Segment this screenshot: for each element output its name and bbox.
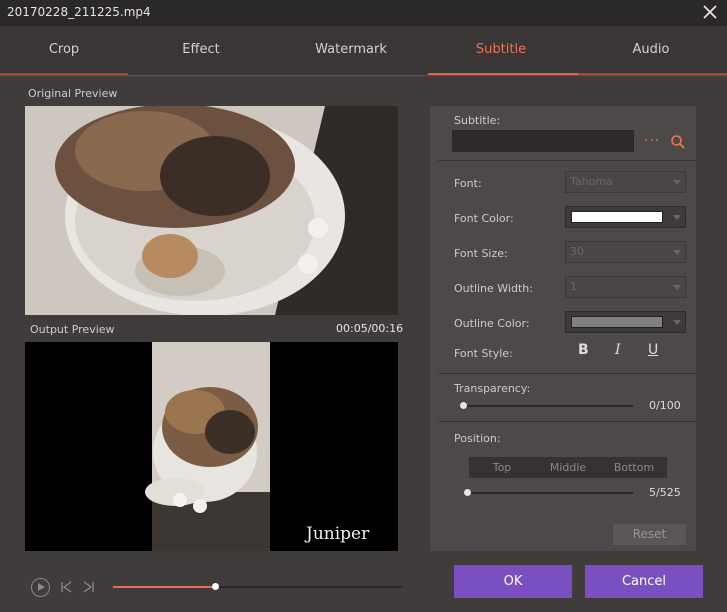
watermark-text: Juniper — [306, 524, 370, 544]
chevron-down-icon — [673, 320, 681, 325]
position-slider-thumb[interactable] — [463, 489, 471, 496]
font-style-label: Font Style: — [454, 347, 513, 360]
position-slider[interactable] — [465, 492, 633, 494]
transparency-slider[interactable] — [463, 405, 633, 407]
tab-subtitle[interactable]: Subtitle — [437, 26, 565, 76]
position-label: Position: — [454, 432, 501, 445]
skip-back-icon[interactable] — [59, 580, 73, 594]
chevron-down-icon — [673, 285, 681, 290]
chevron-down-icon — [673, 215, 681, 220]
original-preview-label: Original Preview — [28, 87, 118, 100]
transparency-label: Transparency: — [454, 382, 531, 395]
outline-width-label: Outline Width: — [454, 282, 533, 295]
original-preview-image — [25, 106, 398, 315]
title-bar: 20170228_211225.mp4 — [0, 0, 727, 26]
tab-bar: Crop Effect Watermark Subtitle Audio — [0, 26, 727, 76]
tab-active-underline — [428, 73, 578, 75]
play-button[interactable] — [31, 578, 50, 597]
subtitle-settings-panel: Subtitle: ··· Font: Tahoma Font Color: F… — [430, 106, 696, 551]
ok-button[interactable]: OK — [454, 565, 572, 598]
subtitle-label: Subtitle: — [454, 114, 501, 127]
browse-dots-icon[interactable]: ··· — [644, 133, 660, 149]
font-color-select[interactable] — [565, 206, 686, 228]
outline-color-select[interactable] — [565, 311, 686, 333]
position-value: 5/525 — [649, 486, 681, 499]
chevron-down-icon — [673, 250, 681, 255]
output-preview-image — [25, 342, 398, 551]
skip-forward-icon[interactable] — [82, 580, 96, 594]
outline-width-select[interactable]: 1 — [565, 276, 686, 298]
output-preview: Juniper — [25, 342, 398, 551]
italic-button[interactable]: I — [615, 342, 621, 358]
font-size-value: 30 — [570, 245, 584, 258]
transparency-slider-thumb[interactable] — [460, 402, 467, 409]
font-label: Font: — [454, 177, 482, 190]
font-color-swatch — [571, 211, 663, 223]
outline-color-label: Outline Color: — [454, 317, 530, 330]
tab-crop[interactable]: Crop — [0, 26, 128, 76]
cancel-button[interactable]: Cancel — [585, 565, 703, 598]
subtitle-file-input[interactable] — [452, 130, 634, 152]
position-middle-button[interactable]: Middle — [535, 457, 601, 478]
underline-button[interactable]: U — [648, 342, 658, 358]
outline-color-swatch — [571, 316, 663, 328]
transparency-value: 0/100 — [649, 399, 681, 412]
playback-progress-thumb[interactable] — [211, 583, 219, 590]
font-size-label: Font Size: — [454, 247, 508, 260]
tab-effect[interactable]: Effect — [137, 26, 265, 76]
close-icon[interactable] — [701, 3, 719, 21]
playback-progress-fill — [113, 586, 215, 588]
tab-underline-left — [0, 73, 128, 75]
window-title: 20170228_211225.mp4 — [7, 5, 151, 19]
tab-underline-right — [578, 73, 727, 75]
font-select[interactable]: Tahoma — [565, 171, 686, 193]
outline-width-value: 1 — [570, 280, 577, 293]
font-size-select[interactable]: 30 — [565, 241, 686, 263]
position-top-button[interactable]: Top — [469, 457, 535, 478]
divider — [438, 421, 696, 422]
font-color-label: Font Color: — [454, 212, 514, 225]
tab-audio[interactable]: Audio — [587, 26, 715, 76]
search-icon[interactable] — [670, 134, 686, 150]
chevron-down-icon — [673, 180, 681, 185]
divider — [438, 373, 696, 374]
tab-watermark[interactable]: Watermark — [287, 26, 415, 76]
preview-time: 00:05/00:16 — [336, 322, 404, 335]
position-bottom-button[interactable]: Bottom — [601, 457, 667, 478]
reset-button[interactable]: Reset — [613, 524, 686, 545]
position-segmented-control: Top Middle Bottom — [469, 457, 667, 478]
font-value: Tahoma — [570, 175, 613, 188]
original-preview — [25, 106, 398, 315]
output-preview-label: Output Preview — [30, 323, 115, 336]
bold-button[interactable]: B — [578, 342, 589, 358]
playback-progress-bar[interactable] — [113, 583, 403, 590]
divider — [438, 160, 696, 161]
